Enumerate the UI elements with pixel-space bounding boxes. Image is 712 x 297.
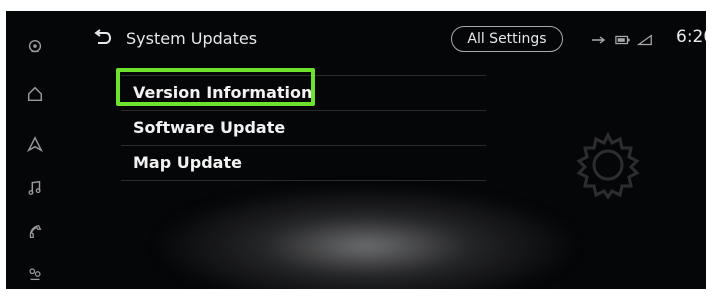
infotainment-screen: System Updates All Settings 6:20 Version… (6, 11, 706, 289)
usb-icon (592, 36, 606, 44)
direction-arrow-icon[interactable] (24, 133, 46, 155)
back-arrow-icon[interactable] (92, 27, 114, 49)
battery-icon (615, 35, 630, 45)
page-title: System Updates (126, 29, 258, 48)
music-icon[interactable] (24, 177, 46, 199)
menu-item-software-update[interactable]: Software Update (121, 111, 486, 146)
all-settings-button[interactable]: All Settings (451, 26, 563, 52)
signal-icon (637, 34, 652, 46)
sidebar (6, 11, 66, 289)
apps-icon[interactable] (24, 263, 46, 285)
navigation-pin-icon[interactable] (24, 36, 46, 58)
home-icon[interactable] (24, 83, 46, 105)
gear-icon (576, 131, 640, 200)
screen-glare (156, 186, 576, 289)
highlight-box (116, 68, 315, 106)
status-bar (591, 32, 653, 48)
menu-item-map-update[interactable]: Map Update (121, 146, 486, 181)
header: System Updates All Settings 6:20 (86, 25, 706, 53)
phone-icon[interactable] (24, 221, 46, 243)
clock: 6:20 (676, 27, 706, 47)
